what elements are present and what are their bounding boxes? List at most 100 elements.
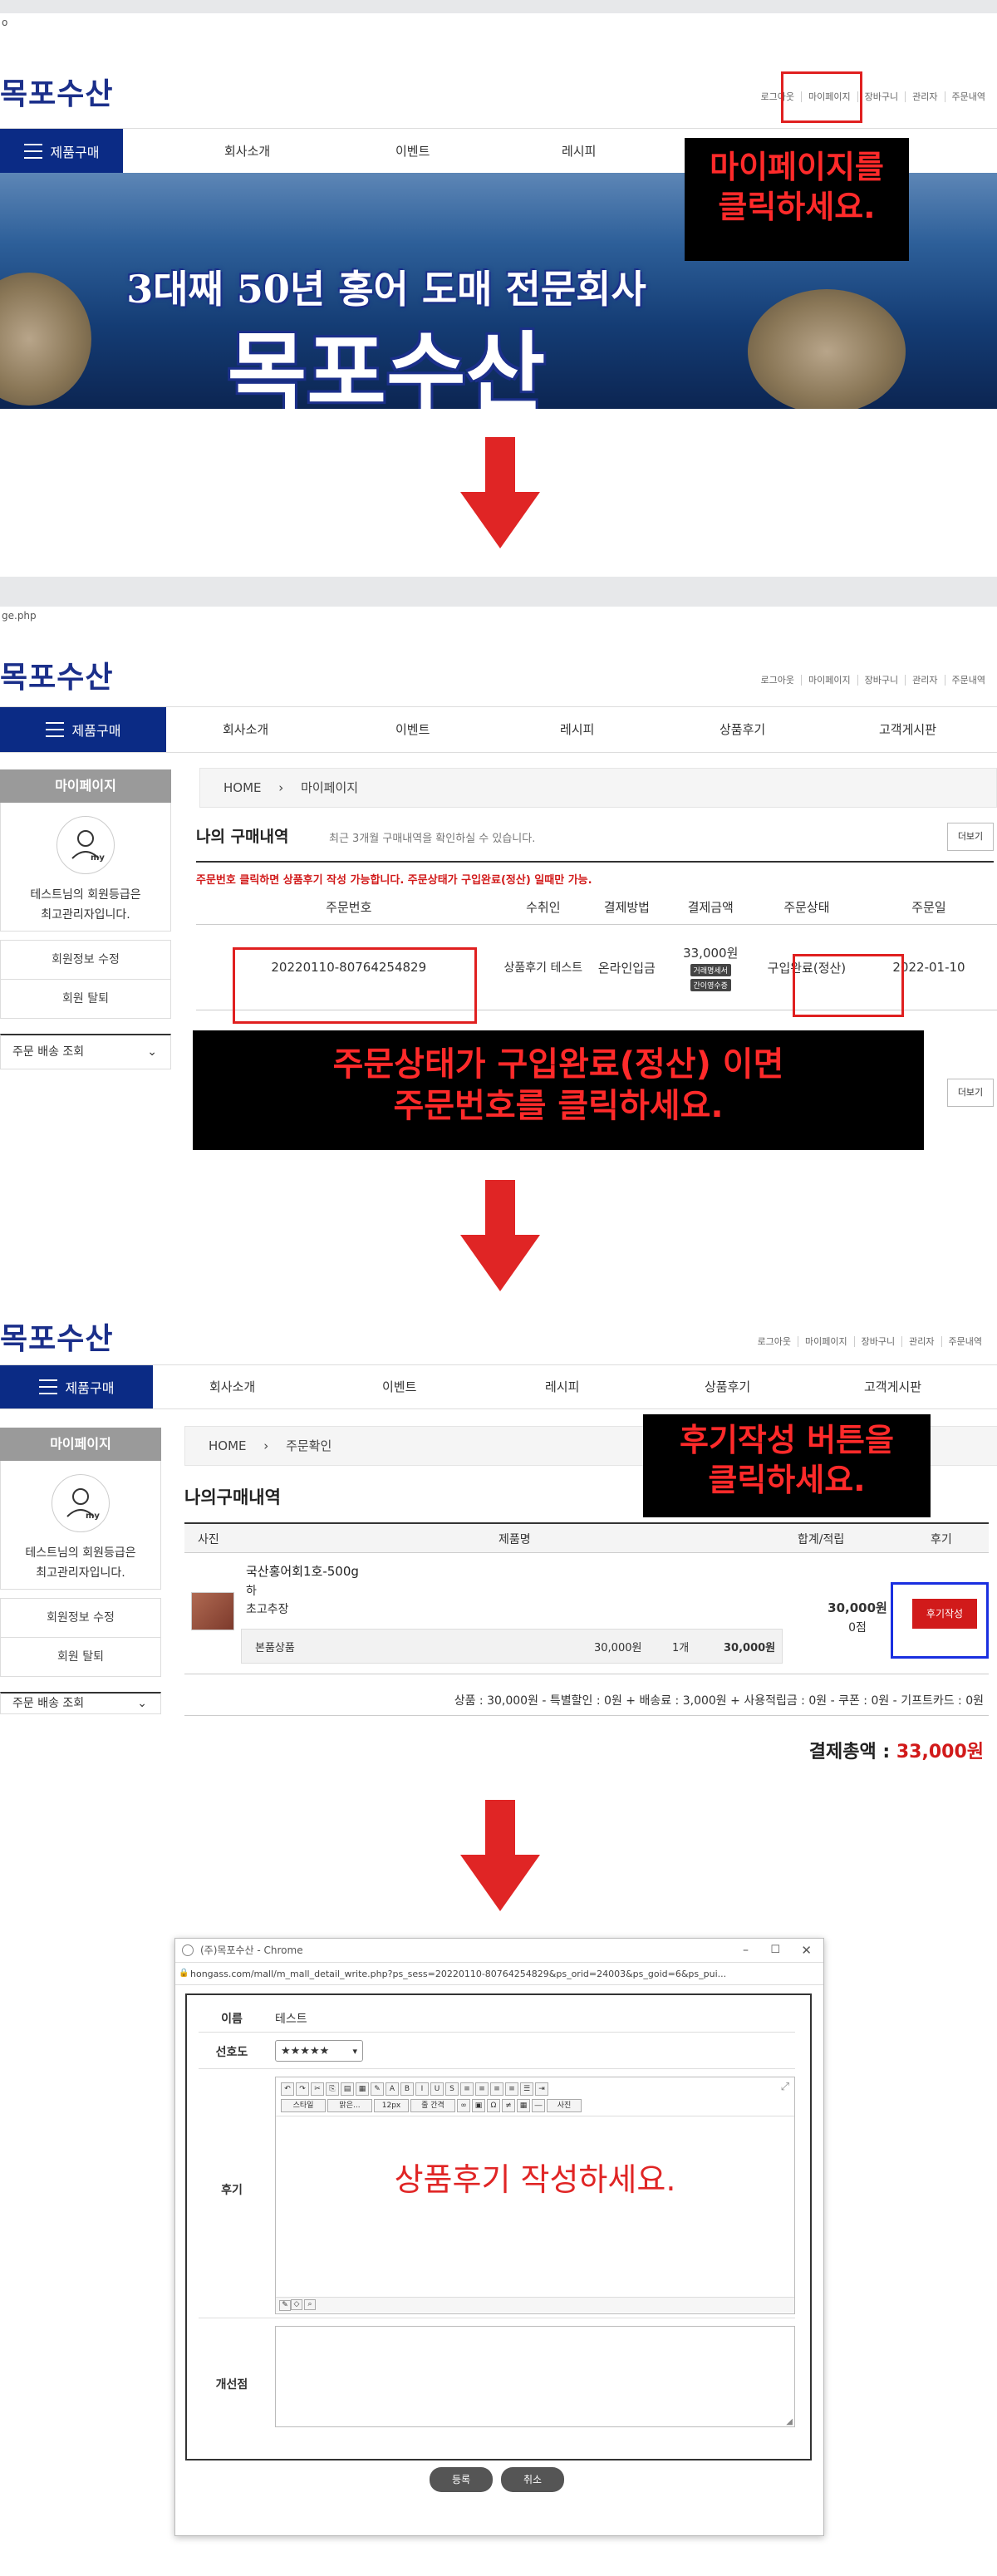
product-menu-button[interactable]: 제품구매	[0, 129, 123, 174]
popup-address-bar: 🔒 hongass.com/mall/m_mall_detail_write.p…	[175, 1962, 823, 1985]
nav-event[interactable]: 이벤트	[395, 129, 430, 174]
receipt-badge[interactable]: 간이영수증	[690, 978, 731, 991]
strike-icon[interactable]: S	[445, 2082, 459, 2096]
highlight-icon[interactable]: ✎	[371, 2082, 384, 2096]
preview-mode-icon[interactable]: ⌕	[304, 2298, 316, 2310]
nav-company[interactable]: 회사소개	[223, 707, 268, 752]
align-center-icon[interactable]: ≡	[475, 2082, 489, 2096]
nav-event[interactable]: 이벤트	[382, 1365, 416, 1408]
sidebar-item-delivery[interactable]: 주문 배송 조회 ⌄	[0, 1692, 161, 1714]
improve-textarea[interactable]: ◢	[275, 2326, 795, 2427]
align-justify-icon[interactable]: ≡	[505, 2082, 518, 2096]
cart-link[interactable]: 장바구니	[857, 675, 906, 686]
special-char-icon[interactable]: ≠	[502, 2099, 515, 2112]
logout-link[interactable]: 로그아웃	[754, 675, 801, 686]
admin-link[interactable]: 관리자	[905, 91, 945, 102]
nav-recipe[interactable]: 레시피	[560, 707, 594, 752]
nav-review[interactable]: 상품후기	[720, 707, 765, 752]
maximize-icon[interactable]: ☐	[770, 1939, 780, 1962]
sidebar-item-withdraw[interactable]: 회원 탈퇴	[0, 980, 171, 1019]
editor-mode-bar: ✎ ◇ ⌕	[276, 2297, 794, 2313]
address-strip: o	[0, 13, 997, 38]
cart-link[interactable]: 장바구니	[857, 91, 906, 102]
more-button[interactable]: 더보기	[947, 823, 994, 851]
nav-board[interactable]: 고객게시판	[879, 707, 936, 752]
edit-mode-icon[interactable]: ✎	[279, 2299, 291, 2311]
list-icon[interactable]: ☰	[520, 2082, 533, 2096]
line-height-select[interactable]: 줄 간격	[410, 2099, 455, 2112]
bold-icon[interactable]: B	[400, 2082, 414, 2096]
col-photo: 사진	[198, 1533, 219, 1546]
indent-icon[interactable]: ⇥	[535, 2082, 548, 2096]
orders-link[interactable]: 주문내역	[941, 1336, 989, 1347]
sidebar-item-edit-info[interactable]: 회원정보 수정	[0, 940, 171, 980]
site-logo[interactable]: 목포수산	[0, 653, 113, 696]
hr-icon[interactable]: ―	[532, 2099, 545, 2112]
review-form: 이름 테스트 선호도 ★★★★★ ▾ 후기 ↶ ↷ ✂ ⎘ ▤ ▦ ✎ A B I U S ≡ ≡ ≡ ≡ ☰ ⇥…	[185, 1993, 812, 2460]
expand-icon[interactable]: ⤢	[781, 2081, 789, 2093]
html-mode-icon[interactable]: ◇	[291, 2298, 302, 2310]
underline-icon[interactable]: U	[430, 2082, 444, 2096]
nav-recipe[interactable]: 레시피	[562, 129, 596, 174]
undo-icon[interactable]: ↶	[281, 2082, 294, 2096]
breadcrumb-home[interactable]: HOME	[223, 780, 262, 795]
order-detail-header: 사진 제품명 합계/적립 후기	[184, 1524, 989, 1553]
nav-company[interactable]: 회사소개	[224, 129, 270, 174]
sidebar-item-withdraw[interactable]: 회원 탈퇴	[0, 1638, 161, 1677]
italic-icon[interactable]: I	[415, 2082, 429, 2096]
photo-button[interactable]: 사진	[547, 2099, 582, 2112]
product-menu-button[interactable]: 제품구매	[0, 1365, 153, 1408]
table-icon[interactable]: ▦	[356, 2082, 369, 2096]
breadcrumb-home[interactable]: HOME	[209, 1438, 247, 1453]
font-select[interactable]: 맑은...	[327, 2099, 372, 2112]
redo-icon[interactable]: ↷	[296, 2082, 309, 2096]
paste-icon[interactable]: ▤	[341, 2082, 354, 2096]
highlight-review-button	[891, 1582, 989, 1659]
cancel-button[interactable]: 취소	[501, 2467, 564, 2492]
sidebar-item-edit-info[interactable]: 회원정보 수정	[0, 1598, 161, 1638]
nav-event[interactable]: 이벤트	[395, 707, 430, 752]
style-select[interactable]: 스타일	[281, 2099, 326, 2112]
image-icon[interactable]: ▣	[472, 2099, 485, 2112]
preference-select[interactable]: ★★★★★ ▾	[275, 2040, 363, 2062]
more-button[interactable]: 더보기	[947, 1079, 994, 1107]
admin-link[interactable]: 관리자	[901, 1336, 941, 1347]
chevron-down-icon: ⌄	[147, 1045, 157, 1059]
amount-cell: 33,000원 거래명세서 간이영수증	[668, 924, 753, 1010]
minimize-icon[interactable]: –	[743, 1939, 749, 1962]
sidebar-item-delivery[interactable]: 주문 배송 조회 ⌄	[0, 1034, 171, 1069]
orders-link[interactable]: 주문내역	[944, 91, 992, 102]
nav-board[interactable]: 고객게시판	[864, 1365, 921, 1408]
mypage-link[interactable]: 마이페이지	[798, 1336, 854, 1347]
address-text: ge.php	[2, 610, 37, 622]
popup-url[interactable]: hongass.com/mall/m_mall_detail_write.php…	[190, 1969, 726, 1979]
size-select[interactable]: 12px	[374, 2099, 409, 2112]
align-right-icon[interactable]: ≡	[490, 2082, 503, 2096]
nav-recipe[interactable]: 레시피	[545, 1365, 579, 1408]
cart-link[interactable]: 장바구니	[853, 1336, 902, 1347]
table-insert-icon[interactable]: ▦	[517, 2099, 530, 2112]
align-left-icon[interactable]: ≡	[460, 2082, 474, 2096]
cut-icon[interactable]: ✂	[311, 2082, 324, 2096]
site-logo[interactable]: 목포수산	[0, 1315, 113, 1358]
close-icon[interactable]: ✕	[801, 1939, 812, 1962]
sub-item-label: 본품상품	[255, 1642, 295, 1654]
submit-button[interactable]: 등록	[430, 2467, 493, 2492]
copy-icon[interactable]: ⎘	[326, 2082, 339, 2096]
admin-link[interactable]: 관리자	[905, 675, 945, 686]
product-menu-button[interactable]: 제품구매	[0, 707, 166, 752]
font-color-icon[interactable]: A	[386, 2082, 399, 2096]
logout-link[interactable]: 로그아웃	[751, 1336, 798, 1347]
link-icon[interactable]: ∞	[457, 2099, 470, 2112]
review-hint: 상품후기 작성하세요.	[394, 2161, 676, 2198]
resize-icon[interactable]: ◢	[786, 2417, 793, 2426]
statement-badge[interactable]: 거래명세서	[690, 963, 731, 976]
col-order-no: 주문번호	[196, 889, 502, 925]
nav-review[interactable]: 상품후기	[705, 1365, 750, 1408]
mypage-link[interactable]: 마이페이지	[801, 675, 857, 686]
breadcrumb-separator: ›	[263, 1438, 269, 1453]
nav-company[interactable]: 회사소개	[209, 1365, 255, 1408]
site-logo[interactable]: 목포수산	[0, 70, 113, 113]
orders-link[interactable]: 주문내역	[944, 675, 992, 686]
omega-icon[interactable]: Ω	[487, 2099, 500, 2112]
